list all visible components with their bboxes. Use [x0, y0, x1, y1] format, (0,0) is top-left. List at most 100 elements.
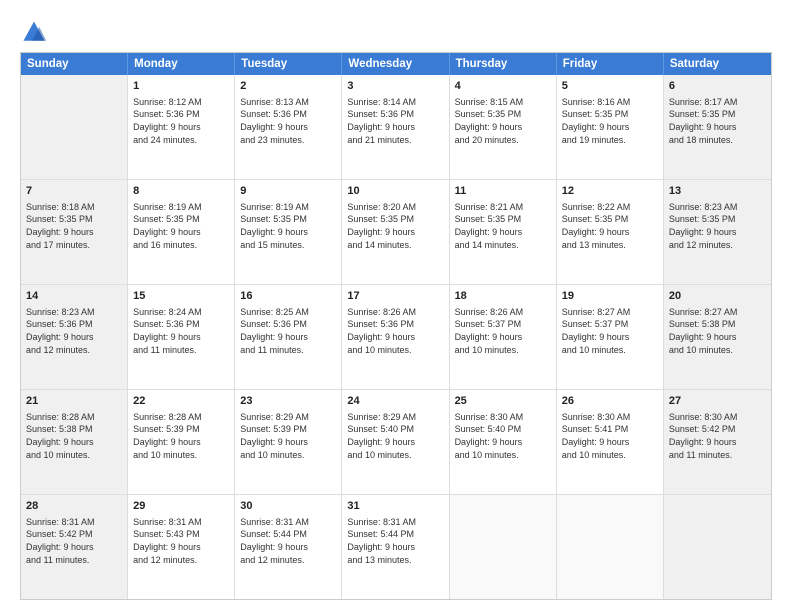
day-number: 22	[133, 394, 229, 409]
calendar-cell: 17Sunrise: 8:26 AMSunset: 5:36 PMDayligh…	[342, 285, 449, 389]
day-number: 1	[133, 79, 229, 94]
calendar-cell: 31Sunrise: 8:31 AMSunset: 5:44 PMDayligh…	[342, 495, 449, 599]
day-number: 5	[562, 79, 658, 94]
cell-info: Sunrise: 8:14 AMSunset: 5:36 PMDaylight:…	[347, 96, 443, 146]
day-number: 11	[455, 184, 551, 199]
day-number: 24	[347, 394, 443, 409]
day-number: 21	[26, 394, 122, 409]
calendar-cell: 10Sunrise: 8:20 AMSunset: 5:35 PMDayligh…	[342, 180, 449, 284]
cell-info: Sunrise: 8:23 AMSunset: 5:36 PMDaylight:…	[26, 306, 122, 356]
cell-info: Sunrise: 8:27 AMSunset: 5:37 PMDaylight:…	[562, 306, 658, 356]
cell-info: Sunrise: 8:30 AMSunset: 5:42 PMDaylight:…	[669, 411, 766, 461]
day-number: 26	[562, 394, 658, 409]
cell-info: Sunrise: 8:31 AMSunset: 5:43 PMDaylight:…	[133, 516, 229, 566]
day-number: 4	[455, 79, 551, 94]
calendar: SundayMondayTuesdayWednesdayThursdayFrid…	[20, 52, 772, 600]
cell-info: Sunrise: 8:22 AMSunset: 5:35 PMDaylight:…	[562, 201, 658, 251]
calendar-cell	[557, 495, 664, 599]
calendar-row: 7 Sunrise: 8:18 AMSunset: 5:35 PMDaylight…	[21, 180, 771, 285]
cell-info: Sunrise: 8:18 AMSunset: 5:35 PMDaylight:…	[26, 201, 122, 251]
cell-info: Sunrise: 8:12 AMSunset: 5:36 PMDaylight:…	[133, 96, 229, 146]
cell-info: Sunrise: 8:19 AMSunset: 5:35 PMDaylight:…	[133, 201, 229, 251]
weekday-header: Wednesday	[342, 53, 449, 75]
calendar-cell: 26 Sunrise: 8:30 AMSunset: 5:41 PMDayligh…	[557, 390, 664, 494]
calendar-row: 28 Sunrise: 8:31 AMSunset: 5:42 PMDayligh…	[21, 495, 771, 599]
calendar-cell: 24 Sunrise: 8:29 AMSunset: 5:40 PMDayligh…	[342, 390, 449, 494]
calendar-cell	[450, 495, 557, 599]
cell-info: Sunrise: 8:29 AMSunset: 5:40 PMDaylight:…	[347, 411, 443, 461]
calendar-row: 1 Sunrise: 8:12 AMSunset: 5:36 PMDaylight…	[21, 75, 771, 180]
page: SundayMondayTuesdayWednesdayThursdayFrid…	[0, 0, 792, 612]
cell-info: Sunrise: 8:25 AMSunset: 5:36 PMDaylight:…	[240, 306, 336, 356]
calendar-cell: 22Sunrise: 8:28 AMSunset: 5:39 PMDayligh…	[128, 390, 235, 494]
day-number: 15	[133, 289, 229, 304]
logo-icon	[20, 18, 48, 46]
day-number: 20	[669, 289, 766, 304]
day-number: 7	[26, 184, 122, 199]
calendar-row: 14Sunrise: 8:23 AMSunset: 5:36 PMDayligh…	[21, 285, 771, 390]
cell-info: Sunrise: 8:21 AMSunset: 5:35 PMDaylight:…	[455, 201, 551, 251]
day-number: 9	[240, 184, 336, 199]
calendar-cell: 3 Sunrise: 8:14 AMSunset: 5:36 PMDaylight…	[342, 75, 449, 179]
calendar-header: SundayMondayTuesdayWednesdayThursdayFrid…	[21, 53, 771, 75]
day-number: 18	[455, 289, 551, 304]
calendar-cell: 9 Sunrise: 8:19 AMSunset: 5:35 PMDaylight…	[235, 180, 342, 284]
calendar-cell: 12 Sunrise: 8:22 AMSunset: 5:35 PMDayligh…	[557, 180, 664, 284]
cell-info: Sunrise: 8:19 AMSunset: 5:35 PMDaylight:…	[240, 201, 336, 251]
weekday-header: Tuesday	[235, 53, 342, 75]
calendar-cell: 5 Sunrise: 8:16 AMSunset: 5:35 PMDaylight…	[557, 75, 664, 179]
cell-info: Sunrise: 8:24 AMSunset: 5:36 PMDaylight:…	[133, 306, 229, 356]
calendar-cell: 11 Sunrise: 8:21 AMSunset: 5:35 PMDayligh…	[450, 180, 557, 284]
weekday-header: Thursday	[450, 53, 557, 75]
day-number: 27	[669, 394, 766, 409]
calendar-cell: 8 Sunrise: 8:19 AMSunset: 5:35 PMDaylight…	[128, 180, 235, 284]
day-number: 30	[240, 499, 336, 514]
calendar-cell	[664, 495, 771, 599]
calendar-cell: 4 Sunrise: 8:15 AMSunset: 5:35 PMDaylight…	[450, 75, 557, 179]
cell-info: Sunrise: 8:31 AMSunset: 5:44 PMDaylight:…	[240, 516, 336, 566]
calendar-cell: 18 Sunrise: 8:26 AMSunset: 5:37 PMDayligh…	[450, 285, 557, 389]
day-number: 2	[240, 79, 336, 94]
calendar-cell: 15 Sunrise: 8:24 AMSunset: 5:36 PMDayligh…	[128, 285, 235, 389]
calendar-cell: 7 Sunrise: 8:18 AMSunset: 5:35 PMDaylight…	[21, 180, 128, 284]
day-number: 12	[562, 184, 658, 199]
day-number: 6	[669, 79, 766, 94]
weekday-header: Friday	[557, 53, 664, 75]
day-number: 3	[347, 79, 443, 94]
cell-info: Sunrise: 8:30 AMSunset: 5:40 PMDaylight:…	[455, 411, 551, 461]
weekday-header: Sunday	[21, 53, 128, 75]
calendar-body: 1 Sunrise: 8:12 AMSunset: 5:36 PMDaylight…	[21, 75, 771, 599]
cell-info: Sunrise: 8:15 AMSunset: 5:35 PMDaylight:…	[455, 96, 551, 146]
weekday-header: Monday	[128, 53, 235, 75]
calendar-cell: 20 Sunrise: 8:27 AMSunset: 5:38 PMDayligh…	[664, 285, 771, 389]
calendar-cell: 16 Sunrise: 8:25 AMSunset: 5:36 PMDayligh…	[235, 285, 342, 389]
day-number: 17	[347, 289, 443, 304]
cell-info: Sunrise: 8:29 AMSunset: 5:39 PMDaylight:…	[240, 411, 336, 461]
cell-info: Sunrise: 8:16 AMSunset: 5:35 PMDaylight:…	[562, 96, 658, 146]
cell-info: Sunrise: 8:17 AMSunset: 5:35 PMDaylight:…	[669, 96, 766, 146]
day-number: 16	[240, 289, 336, 304]
cell-info: Sunrise: 8:27 AMSunset: 5:38 PMDaylight:…	[669, 306, 766, 356]
cell-info: Sunrise: 8:30 AMSunset: 5:41 PMDaylight:…	[562, 411, 658, 461]
day-number: 19	[562, 289, 658, 304]
calendar-cell: 21Sunrise: 8:28 AMSunset: 5:38 PMDayligh…	[21, 390, 128, 494]
calendar-cell: 29 Sunrise: 8:31 AMSunset: 5:43 PMDayligh…	[128, 495, 235, 599]
day-number: 8	[133, 184, 229, 199]
calendar-cell: 25Sunrise: 8:30 AMSunset: 5:40 PMDayligh…	[450, 390, 557, 494]
calendar-cell: 6 Sunrise: 8:17 AMSunset: 5:35 PMDaylight…	[664, 75, 771, 179]
calendar-cell: 28 Sunrise: 8:31 AMSunset: 5:42 PMDayligh…	[21, 495, 128, 599]
calendar-cell	[21, 75, 128, 179]
day-number: 29	[133, 499, 229, 514]
logo	[20, 18, 52, 46]
calendar-cell: 30 Sunrise: 8:31 AMSunset: 5:44 PMDayligh…	[235, 495, 342, 599]
calendar-row: 21Sunrise: 8:28 AMSunset: 5:38 PMDayligh…	[21, 390, 771, 495]
cell-info: Sunrise: 8:23 AMSunset: 5:35 PMDaylight:…	[669, 201, 766, 251]
calendar-cell: 14Sunrise: 8:23 AMSunset: 5:36 PMDayligh…	[21, 285, 128, 389]
cell-info: Sunrise: 8:31 AMSunset: 5:42 PMDaylight:…	[26, 516, 122, 566]
day-number: 31	[347, 499, 443, 514]
calendar-cell: 2Sunrise: 8:13 AMSunset: 5:36 PMDaylight…	[235, 75, 342, 179]
calendar-cell: 27 Sunrise: 8:30 AMSunset: 5:42 PMDayligh…	[664, 390, 771, 494]
day-number: 28	[26, 499, 122, 514]
calendar-cell: 1 Sunrise: 8:12 AMSunset: 5:36 PMDaylight…	[128, 75, 235, 179]
cell-info: Sunrise: 8:26 AMSunset: 5:37 PMDaylight:…	[455, 306, 551, 356]
